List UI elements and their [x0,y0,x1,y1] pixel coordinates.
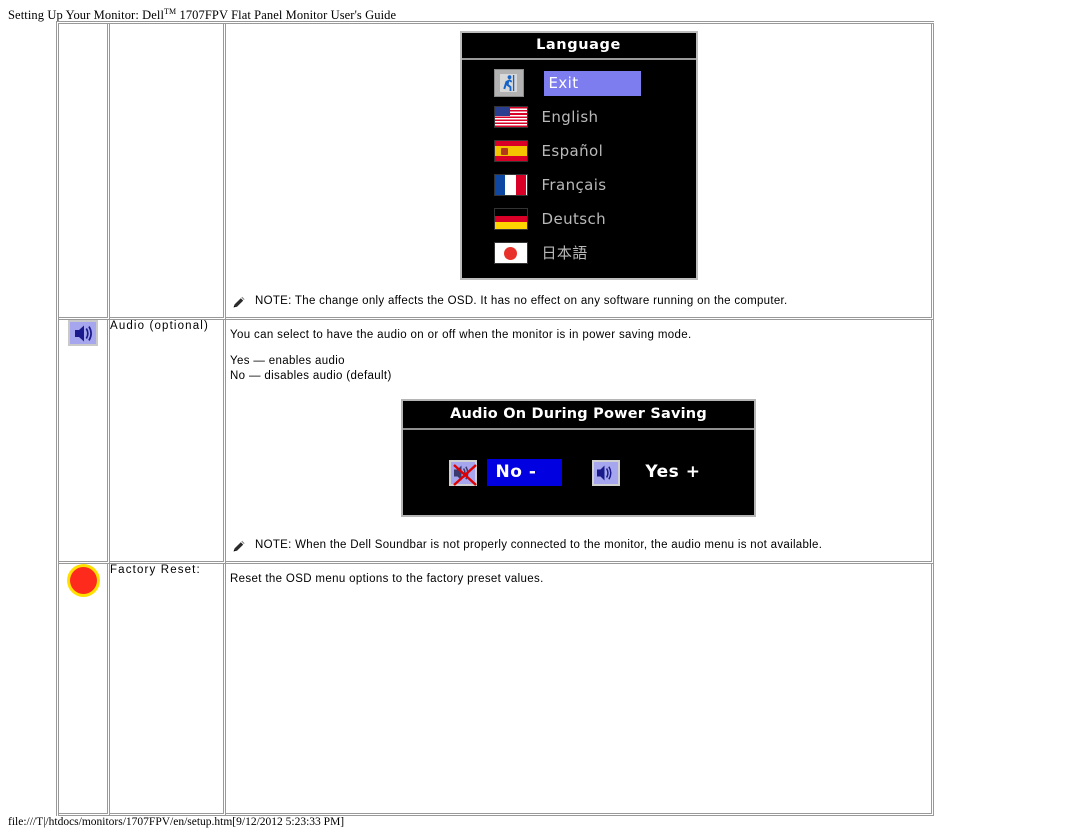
speaker-icon [68,320,98,346]
osd-language-label: Español [541,142,604,160]
osd-language-item-francais[interactable]: Français [462,168,696,202]
speaker-icon [592,459,621,486]
osd-language-item-english[interactable]: English [462,100,696,134]
language-row-icon-cell [59,24,110,320]
table-row: Language Exit English Español Français D… [59,24,934,320]
osd-language-list: Exit English Español Français Deutsch 日本… [461,60,696,278]
audio-option-yes: Yes — enables audio [230,355,345,367]
flag-es-icon [493,140,528,162]
osd-language-item-japanese[interactable]: 日本語 [462,236,696,270]
pencil-note-icon [231,296,246,310]
factory-reset-desc-cell: Reset the OSD menu options to the factor… [226,564,934,816]
factory-reset-description: Reset the OSD menu options to the factor… [230,573,544,585]
audio-description: You can select to have the audio on or o… [230,329,692,341]
flag-us-icon [493,106,528,128]
audio-description-block: You can select to have the audio on or o… [226,320,931,386]
table-row: Factory Reset: Reset the OSD menu option… [59,564,934,816]
audio-note: NOTE: When the Dell Soundbar is not prop… [226,530,931,561]
osd-language-label: Exit [543,70,641,96]
osd-audio-options: No - Yes + [403,430,754,515]
osd-language-label: Deutsch [541,210,607,228]
osd-audio-no-option[interactable]: No - [486,459,563,486]
flag-de-icon [493,208,528,230]
pencil-note-icon [231,540,246,554]
trademark-symbol: TM [164,7,177,16]
osd-language-item-espanol[interactable]: Español [462,134,696,168]
flag-fr-icon [493,174,528,196]
language-row-desc-cell: Language Exit English Español Français D… [226,24,934,320]
osd-language-label: English [541,108,599,126]
osd-language-label: 日本語 [541,244,588,262]
osd-features-table: Language Exit English Español Français D… [56,21,934,816]
osd-language-item-deutsch[interactable]: Deutsch [462,202,696,236]
table-row: Audio (optional) You can select to have … [59,320,934,564]
language-note-text: NOTE: The change only affects the OSD. I… [255,295,788,307]
speaker-muted-icon [448,459,477,486]
red-circle-icon [69,567,97,594]
osd-audio-title: Audio On During Power Saving [403,401,754,430]
factory-reset-label: Factory Reset: [110,564,226,816]
page-footer-path: file:///T|/htdocs/monitors/1707FPV/en/se… [8,816,345,828]
osd-language-label: Français [541,176,607,194]
language-row-label-cell [110,24,226,320]
exit-door-icon [493,69,524,97]
audio-row-icon-cell [59,320,110,564]
audio-row-desc-cell: You can select to have the audio on or o… [226,320,934,564]
osd-audio-panel: Audio On During Power Saving No - Yes + [401,399,756,517]
osd-language-item-exit[interactable]: Exit [462,66,696,100]
flag-jp-icon [493,242,528,264]
language-note: NOTE: The change only affects the OSD. I… [226,286,931,317]
osd-audio-yes-option[interactable]: Yes + [636,459,708,486]
audio-option-no: No — disables audio (default) [230,370,392,382]
audio-row-label: Audio (optional) [110,320,226,564]
osd-language-panel: Language Exit English Español Français D… [459,31,698,280]
osd-language-title: Language [461,33,696,60]
audio-note-text: NOTE: When the Dell Soundbar is not prop… [255,539,823,551]
factory-reset-description-block: Reset the OSD menu options to the factor… [226,564,931,589]
factory-reset-icon-cell [59,564,110,816]
